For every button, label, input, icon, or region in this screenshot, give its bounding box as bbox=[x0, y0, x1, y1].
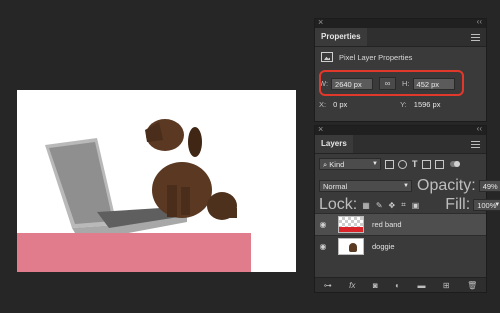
blend-row: Normal ▼ Opacity: 49%▼ bbox=[319, 177, 500, 195]
pixel-layer-icon bbox=[321, 52, 333, 62]
filter-kind-value: Kind bbox=[329, 160, 345, 169]
layer-name: doggie bbox=[372, 242, 395, 251]
layer-thumbnail bbox=[338, 238, 364, 255]
lock-position-icon[interactable]: ✥ bbox=[389, 201, 396, 210]
lock-label: Lock: bbox=[319, 196, 358, 213]
chevron-down-icon: ▼ bbox=[372, 161, 378, 167]
layer-name: red band bbox=[372, 220, 402, 229]
opacity-value: 49% bbox=[482, 182, 498, 191]
lock-transparent-icon[interactable]: ▦ bbox=[362, 201, 370, 210]
close-icon[interactable]: × bbox=[318, 124, 323, 134]
fx-icon[interactable]: fx bbox=[349, 281, 355, 290]
panel-chrome: × ‹‹ bbox=[315, 17, 486, 28]
chevron-down-icon: ▼ bbox=[494, 202, 500, 208]
lock-icon[interactable]: ▣ bbox=[412, 201, 420, 210]
chevron-down-icon: ▼ bbox=[403, 183, 409, 189]
size-highlight bbox=[319, 70, 464, 96]
layers-tabbar: Layers bbox=[315, 135, 486, 154]
y-field[interactable]: 1596 px bbox=[409, 98, 452, 110]
lock-artboard-icon[interactable]: ⌗ bbox=[401, 200, 406, 210]
panel-menu-icon[interactable] bbox=[471, 32, 480, 43]
lock-pixels-icon[interactable]: ✎ bbox=[376, 201, 383, 210]
x-field[interactable]: 0 px bbox=[329, 98, 372, 110]
layer-row-red-band[interactable]: ◉ red band bbox=[315, 213, 486, 235]
layer-row-doggie[interactable]: ◉ doggie bbox=[315, 235, 486, 257]
panel-menu-icon[interactable] bbox=[471, 139, 480, 150]
fill-label: Fill: bbox=[445, 196, 471, 213]
red-band-layer bbox=[17, 233, 251, 272]
layer-thumbnail bbox=[338, 216, 364, 233]
pixel-filter-icon[interactable] bbox=[385, 159, 394, 169]
layers-footer: ⊶ fx ◙ ◐ ▬ ⊞ 🗑 bbox=[315, 277, 486, 292]
type-filter-icon[interactable]: T bbox=[412, 159, 418, 169]
mask-icon[interactable]: ◙ bbox=[373, 281, 378, 290]
link-layers-icon[interactable]: ⊶ bbox=[324, 281, 332, 290]
blend-mode-value: Normal bbox=[323, 182, 348, 191]
folder-icon[interactable]: ▬ bbox=[417, 281, 425, 290]
tab-properties[interactable]: Properties bbox=[315, 28, 367, 46]
panel-chrome: × ‹‹ bbox=[315, 124, 486, 135]
pixel-layer-header: Pixel Layer Properties bbox=[321, 50, 412, 64]
filter-kind-select[interactable]: ⌕ Kind ▼ bbox=[319, 158, 381, 170]
position-row: X: 0 px Y: 1596 px bbox=[319, 98, 452, 110]
eye-icon[interactable]: ◉ bbox=[315, 220, 331, 229]
properties-tabbar: Properties bbox=[315, 28, 486, 47]
blend-mode-select[interactable]: Normal ▼ bbox=[319, 180, 412, 192]
shape-filter-icon[interactable] bbox=[421, 159, 431, 169]
tab-layers[interactable]: Layers bbox=[315, 135, 353, 153]
adjustment-filter-icon[interactable] bbox=[398, 159, 407, 169]
adjustment-icon[interactable]: ◐ bbox=[395, 281, 400, 290]
collapse-icon[interactable]: ‹‹ bbox=[477, 17, 482, 26]
layers-panel: × ‹‹ Layers ⌕ Kind ▼ T Normal ▼ Opacity: 4… bbox=[314, 124, 500, 293]
close-icon[interactable]: × bbox=[318, 17, 323, 27]
trash-icon[interactable]: 🗑 bbox=[467, 281, 477, 290]
eye-icon[interactable]: ◉ bbox=[315, 242, 331, 251]
opacity-label: Opacity: bbox=[417, 177, 476, 194]
filter-toggle[interactable] bbox=[449, 161, 460, 167]
filter-row: ⌕ Kind ▼ T bbox=[319, 158, 460, 170]
pixel-layer-title: Pixel Layer Properties bbox=[339, 52, 413, 62]
new-layer-icon[interactable]: ⊞ bbox=[443, 281, 450, 290]
smart-object-filter-icon[interactable] bbox=[434, 159, 444, 169]
y-label: Y: bbox=[400, 99, 407, 109]
collapse-icon[interactable]: ‹‹ bbox=[477, 124, 482, 133]
fill-field[interactable]: 100% ▼ bbox=[473, 199, 500, 211]
x-label: X: bbox=[319, 99, 327, 109]
lock-row: Lock: ▦ ✎ ✥ ⌗ ▣ Fill: 100% ▼ bbox=[319, 196, 500, 214]
document-canvas[interactable] bbox=[17, 90, 296, 272]
opacity-field[interactable]: 49%▼ bbox=[478, 180, 500, 192]
